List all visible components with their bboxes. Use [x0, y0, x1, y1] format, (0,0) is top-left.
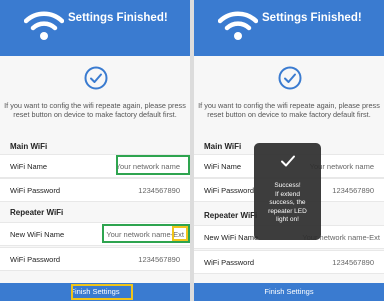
checkmark-icon [84, 66, 108, 90]
toast-line: light on! [276, 216, 299, 223]
success-toast: Success! If extend success, the repeater… [254, 143, 321, 240]
page-title: Settings Finished! [262, 12, 362, 24]
wifi-icon [24, 11, 64, 40]
reset-note: If you want to config the wifi repeate a… [198, 101, 380, 120]
header-bar: Settings Finished! [0, 0, 190, 56]
wifi-name-label: WiFi Name [10, 162, 48, 171]
header-bar: Settings Finished! [194, 0, 384, 56]
new-wifi-name-label: New WiFi Name [10, 230, 65, 239]
new-wifi-name-label: New WiFi Name [204, 233, 259, 242]
toast-line: If extend [275, 190, 300, 198]
highlight-box [116, 155, 190, 175]
wifi-name-label: WiFi Name [204, 162, 242, 171]
repeater-password-row: WiFi Password 1234567890 [194, 250, 384, 274]
toast-message: Success! If extend success, the repeater… [256, 182, 319, 225]
repeater-password-label: WiFi Password [204, 258, 255, 267]
highlight-box-suffix [172, 226, 188, 241]
repeater-wifi-heading: Repeater WiFi [204, 211, 258, 220]
reset-note: If you want to config the wifi repeate a… [4, 101, 186, 120]
checkmark-icon [281, 155, 295, 167]
repeater-password-label: WiFi Password [10, 255, 61, 264]
wifi-icon [218, 11, 258, 40]
finish-settings-button[interactable]: Finish Settings [194, 287, 384, 296]
toast-line: success, the [269, 199, 306, 206]
wifi-password-label: WiFi Password [204, 186, 255, 195]
toast-line: repeater LED [268, 207, 307, 215]
footer-bar: Finish Settings [194, 283, 384, 301]
main-wifi-heading: Main WiFi [10, 142, 48, 151]
repeater-password-value[interactable]: 1234567890 [332, 258, 374, 267]
page-title: Settings Finished! [68, 12, 168, 24]
wifi-password-label: WiFi Password [10, 186, 61, 195]
checkmark-icon [278, 66, 302, 90]
wifi-password-value[interactable]: 1234567890 [332, 186, 374, 195]
highlight-box-finish [71, 284, 133, 300]
settings-panel-left: Settings Finished! If you want to config… [0, 0, 190, 301]
repeater-password-value[interactable]: 1234567890 [138, 255, 180, 264]
toast-line: Success! [274, 182, 301, 189]
repeater-password-row: WiFi Password 1234567890 [0, 247, 190, 271]
wifi-password-value[interactable]: 1234567890 [138, 186, 180, 195]
main-wifi-heading: Main WiFi [204, 142, 242, 151]
main-wifi-password-row: WiFi Password 1234567890 [0, 178, 190, 202]
settings-panel-right: Settings Finished! If you want to config… [194, 0, 384, 301]
repeater-wifi-heading: Repeater WiFi [10, 208, 64, 217]
